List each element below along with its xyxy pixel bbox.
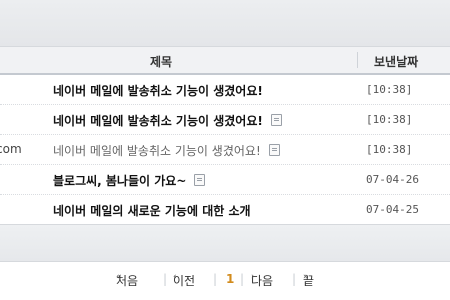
- mail-row[interactable]: 네이버 메일의 새로운 기능에 대한 소개 07-04-25: [0, 195, 450, 225]
- mail-date: 07-04-25: [366, 203, 419, 216]
- pager-separator: |: [292, 272, 297, 286]
- mail-date: 07-04-26: [366, 173, 419, 186]
- pager-separator: |: [240, 272, 245, 286]
- mail-date: [10:38]: [366, 113, 413, 126]
- mail-list: 네이버 메일에 발송취소 기능이 생겼어요! [10:38] 네이버 메일에 발…: [0, 75, 450, 225]
- table-header: 제목 보낸날짜: [0, 47, 450, 75]
- memo-icon: [268, 144, 280, 156]
- pager-separator: |: [163, 272, 168, 286]
- mail-subject[interactable]: 블로그씨, 봄나들이 가요~: [53, 172, 206, 189]
- column-header-subject[interactable]: 제목: [150, 53, 172, 70]
- list-footer-area: [0, 224, 450, 262]
- column-header-date[interactable]: 보낸날짜: [374, 53, 418, 70]
- toolbar-area: [0, 0, 450, 47]
- double-chevron-right-icon: »: [303, 272, 309, 282]
- memo-icon: [194, 174, 206, 186]
- mail-subject-text[interactable]: 네이버 메일의 새로운 기능에 대한 소개: [53, 204, 251, 218]
- mail-subject-text[interactable]: 네이버 메일에 발송취소 기능이 생겼어요!: [53, 114, 263, 128]
- mail-row[interactable]: 네이버 메일에 발송취소 기능이 생겼어요! [10:38]: [0, 75, 450, 105]
- mail-date: [10:38]: [366, 143, 413, 156]
- pager-prev-label[interactable]: 이전: [173, 272, 195, 289]
- mail-subject[interactable]: 네이버 메일의 새로운 기능에 대한 소개: [53, 202, 251, 219]
- mail-subject[interactable]: 네이버 메일에 발송취소 기능이 생겼어요!: [53, 142, 280, 159]
- pagination: « 처음 | ‹ 이전 | 1 | 다음 › | 끝 »: [0, 272, 450, 292]
- mail-row[interactable]: 네이버 메일에 발송취소 기능이 생겼어요! [10:38]: [0, 105, 450, 135]
- mail-row[interactable]: com 네이버 메일에 발송취소 기능이 생겼어요! [10:38]: [0, 135, 450, 165]
- mail-row[interactable]: 블로그씨, 봄나들이 가요~ 07-04-26: [0, 165, 450, 195]
- mail-date: [10:38]: [366, 83, 413, 96]
- mail-subject-text[interactable]: 네이버 메일에 발송취소 기능이 생겼어요!: [53, 144, 261, 158]
- mail-subject[interactable]: 네이버 메일에 발송취소 기능이 생겼어요!: [53, 82, 263, 99]
- pager-separator: |: [213, 272, 218, 286]
- pager-first-label[interactable]: 처음: [116, 272, 138, 289]
- chevron-right-icon: ›: [251, 272, 255, 282]
- mail-subject-text[interactable]: 블로그씨, 봄나들이 가요~: [53, 174, 186, 188]
- mail-subject-text[interactable]: 네이버 메일에 발송취소 기능이 생겼어요!: [53, 84, 263, 98]
- mail-sender: com: [0, 142, 22, 156]
- mail-subject[interactable]: 네이버 메일에 발송취소 기능이 생겼어요!: [53, 112, 282, 129]
- memo-icon: [270, 114, 282, 126]
- column-divider: [357, 52, 358, 68]
- pager-current-page: 1: [226, 272, 235, 286]
